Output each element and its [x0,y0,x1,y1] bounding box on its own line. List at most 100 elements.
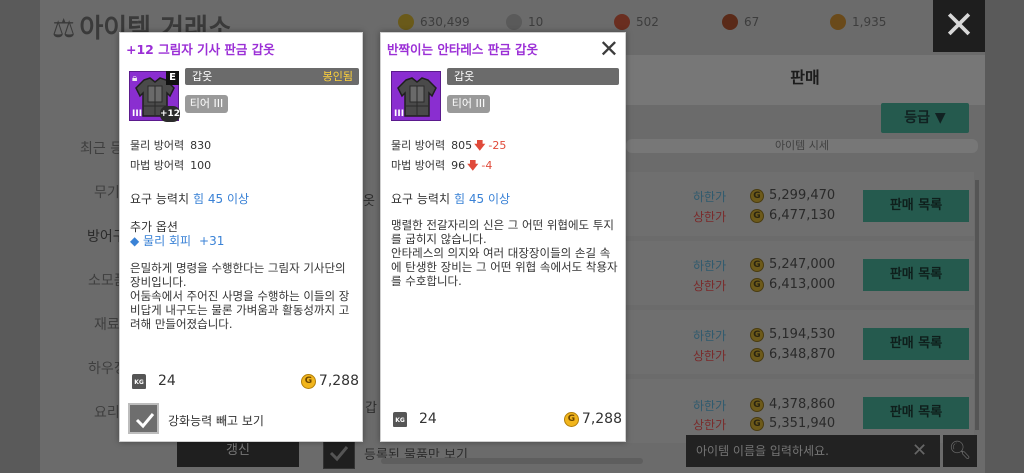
description-paragraph: 은밀하게 명령을 수행한다는 그림자 기사단의 장비입니다. [130,261,346,289]
low-price-label: 하한가 [693,259,727,273]
exclude-enhance-checkbox[interactable] [128,403,159,434]
weight-icon: KG [393,411,407,427]
currency-gold: 630,499 [398,14,470,30]
high-price: G 6,477,130 [750,208,835,223]
item-price: G 7,288 [300,373,359,389]
gold-coin-icon: G [750,416,764,431]
item-name: +12 그림자 기사 판금 갑옷 [126,42,275,57]
low-price: G 5,299,470 [750,188,835,203]
price-header: 아이템 시세 [626,139,978,153]
decrease-arrow-icon: 🡇 [467,159,479,172]
tab-sell[interactable]: 판매 [625,55,985,105]
grade-filter-button[interactable]: 등급 ▼ [881,103,969,133]
gold-coin-icon: G [750,397,764,412]
currency-medal: 1,935 [830,14,886,30]
category-material[interactable]: 재료 [94,314,120,334]
equipped-badge: E [166,71,179,85]
tier-chip: 티어 III [185,95,228,113]
requirement: 요구 능력치 힘 45 이상 [391,192,511,206]
currency-crystal: 10 [506,14,543,30]
sell-list-button[interactable]: 판매 목록 [863,190,969,222]
item-name: 반짝이는 안타레스 판금 갑옷 [387,42,539,57]
description-paragraph: 맹렬한 전갈자리의 신은 그 어떤 위협에도 투지를 굽히지 않습니다. [391,218,614,246]
description-paragraph: 어둠속에서 주어진 사명을 수행하는 이들의 장비답게 내구도는 물론 가벼움과… [130,289,350,331]
low-price-label: 하한가 [693,399,727,413]
listing-name-fragment: 옷 [363,194,375,209]
low-price: G 5,247,000 [750,257,835,272]
stat-physical-defense: 물리 방어력 830 [130,139,212,152]
item-price: G 7,288 [563,411,622,427]
stat-magic-defense: 마법 방어력 100 [130,159,212,172]
category-recent[interactable]: 최근 등 [80,138,123,158]
low-price-label: 하한가 [693,190,727,204]
lock-icon: 🔒︎ [132,73,138,84]
high-price-label: 상한가 [693,279,727,293]
item-description: 은밀하게 명령을 수행한다는 그림자 기사단의 장비입니다. 어둠속에서 주어진 … [130,261,358,331]
gold-coin-icon: G [750,257,764,272]
gold-coin-icon [398,14,414,30]
category-cooking[interactable]: 요리 [94,402,120,422]
decrease-arrow-icon: 🡇 [474,139,486,152]
gold-coin-icon: G [300,373,316,389]
stat-magic-defense: 마법 방어력 96 🡇 -4 [391,159,493,172]
gold-coin-icon: G [563,411,579,427]
category-weapon[interactable]: 무기 [94,182,120,202]
stat-physical-defense: 물리 방어력 805 🡇 -25 [391,139,507,152]
search-icon: 🔍︎ [948,440,972,461]
item-tooltip-compare: 반짝이는 안타레스 판금 갑옷 ✕ III 갑옷 티어 III 물리 방어력 80… [380,32,626,442]
shield-token-icon [722,14,738,30]
exclude-enhance-label: 강화능력 빼고 보기 [168,414,264,428]
low-price: G 4,378,860 [750,397,835,412]
requirement: 요구 능력치 힘 45 이상 [130,192,250,206]
checkmark-icon [135,413,155,429]
gold-coin-icon: G [750,208,764,223]
high-price: G 6,348,870 [750,347,835,362]
extra-option: ◆ 물리 회피 +31 [130,234,225,248]
horizontal-scrollbar[interactable] [381,458,643,464]
listing-scrollbar[interactable] [975,180,979,430]
search-box [686,435,940,467]
currency-shield: 67 [722,14,759,30]
weight-icon: KG [132,373,146,389]
item-type-bar: 갑옷 봉인됨 [185,68,359,85]
tier-mark: III [394,109,405,119]
leaf-icon [614,14,630,30]
sell-list-button[interactable]: 판매 목록 [863,259,969,291]
low-price-label: 하한가 [693,329,727,343]
search-input[interactable] [686,435,886,467]
gold-coin-icon: G [750,188,764,203]
tier-chip: 티어 III [447,95,490,113]
item-type: 갑옷 [192,70,213,83]
high-price-label: 상한가 [693,418,727,432]
crystal-icon [506,14,522,30]
item-weight: KG 24 [132,373,176,389]
medal-icon [830,14,846,30]
high-price-label: 상한가 [693,210,727,224]
item-description: 맹렬한 전갈자리의 신은 그 어떤 위협에도 투지를 굽히지 않습니다. 안타레스… [391,218,619,288]
gold-coin-icon: G [750,347,764,362]
sell-list-button[interactable]: 판매 목록 [863,397,969,429]
item-weight: KG 24 [393,411,437,427]
currency-leaf: 502 [614,14,659,30]
listing-name-fragment-bottom: 갑 [365,401,377,416]
item-type-bar: 갑옷 [447,68,619,85]
search-clear-button[interactable]: ✕ [912,440,927,461]
item-tooltip-equipped: +12 그림자 기사 판금 갑옷 🔒︎ III E +12 갑옷 봉인됨 티어 … [119,32,363,442]
search-button[interactable]: 🔍︎ [943,435,977,467]
tooltip-close-button[interactable]: ✕ [599,35,619,63]
high-price: G 6,413,000 [750,277,835,292]
sell-list-button[interactable]: 판매 목록 [863,328,969,360]
enhance-badge: +12 [160,106,180,122]
gold-coin-icon: G [750,327,764,342]
description-paragraph: 안타레스의 의지와 여러 대장장이들의 손길 속에 탄생한 장비는 그 어떤 위… [391,246,618,288]
window-close-button[interactable]: ✕ [933,0,985,52]
gold-coin-icon: G [750,277,764,292]
high-price-label: 상한가 [693,349,727,363]
item-type: 갑옷 [454,70,475,83]
bound-status: 봉인됨 [322,70,353,83]
armor-item-icon: III [391,71,441,121]
low-price: G 5,194,530 [750,327,835,342]
tier-mark: III [132,109,143,119]
checkmark-icon [329,446,349,462]
high-price: G 5,351,940 [750,416,835,431]
